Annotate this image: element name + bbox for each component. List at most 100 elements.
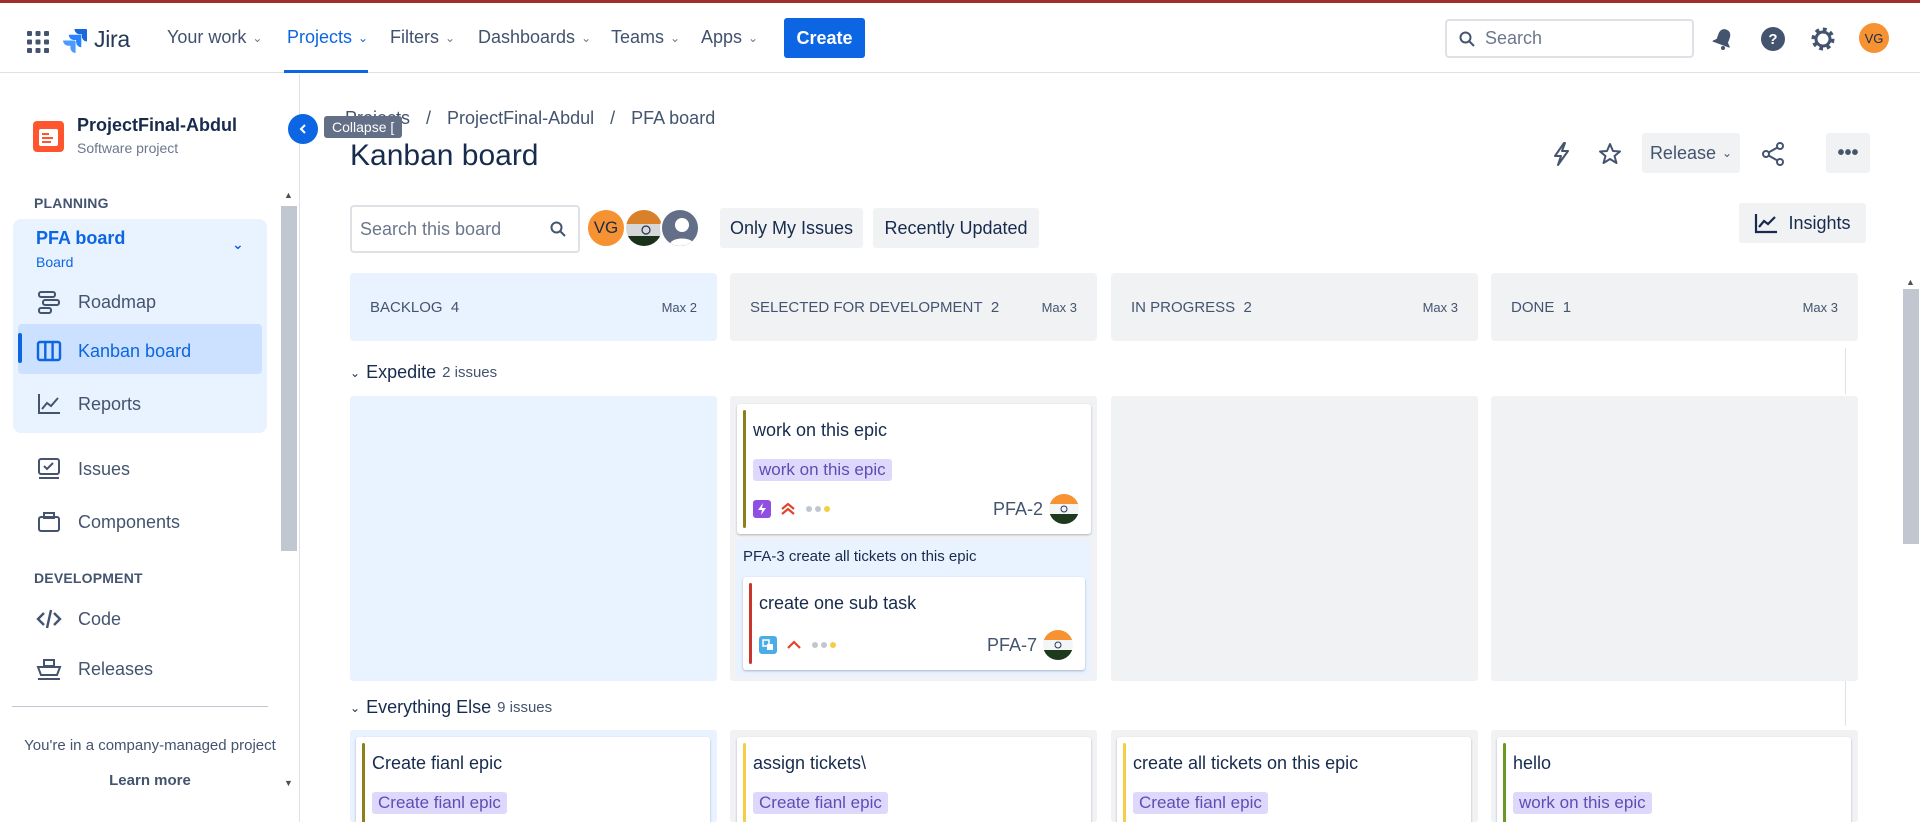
priority-highest-icon (781, 502, 795, 515)
issue-card-done-1[interactable]: hello work on this epic (1497, 737, 1851, 822)
issue-card-pfa-7[interactable]: create one sub task PFA-7 (743, 577, 1085, 670)
epic-lightning-icon (753, 500, 771, 518)
column-header-in-progress[interactable]: IN PROGRESS 2 Max 3 (1111, 273, 1478, 341)
sidebar-item-roadmap[interactable]: Roadmap (36, 289, 156, 315)
nav-label: Dashboards (478, 27, 576, 47)
parent-issue-label[interactable]: PFA-3 create all tickets on this epic (743, 548, 976, 565)
sidebar-item-code[interactable]: Code (36, 606, 121, 632)
project-type: Software project (77, 140, 179, 156)
notifications-icon[interactable] (1710, 26, 1736, 52)
share-icon[interactable] (1760, 141, 1786, 167)
assignee-avatar[interactable] (1049, 494, 1079, 524)
assignee-avatar[interactable] (1043, 630, 1073, 660)
release-button[interactable]: Release ⌄ (1642, 133, 1740, 173)
column-header-done[interactable]: DONE 1 Max 3 (1491, 273, 1858, 341)
chevron-down-icon: ⌄ (581, 30, 592, 45)
swimlane-everything-else-toggle[interactable]: ⌄ Everything Else 9 issues (350, 697, 552, 718)
release-label: Release (1649, 142, 1716, 163)
board-selector[interactable]: PFA board (36, 228, 125, 249)
sidebar-item-reports[interactable]: Reports (36, 391, 141, 417)
sidebar-scrollbar[interactable]: ▲ ▼ (281, 186, 297, 788)
chevron-down-icon: ⌄ (350, 365, 361, 380)
avatar-filter-vg[interactable]: VG (586, 208, 626, 248)
epic-lozenge[interactable]: Create fianl epic (753, 792, 888, 814)
cell-expedite-done[interactable] (1491, 396, 1858, 681)
board-scrollbar-thumb[interactable] (1903, 289, 1919, 544)
company-managed-note: You're in a company-managed project (24, 737, 276, 754)
top-navigation: Jira Your work ⌄ Projects ⌄ Filters ⌄ Dashb… (0, 3, 1920, 73)
swimlane-count: 9 issues (497, 699, 553, 716)
project-name[interactable]: ProjectFinal-Abdul (77, 115, 237, 136)
breadcrumb-board[interactable]: PFA board (631, 108, 715, 129)
avatar-filter-default-user[interactable] (660, 208, 700, 248)
more-actions-button[interactable]: ••• (1826, 133, 1870, 173)
page-title: Kanban board (350, 139, 539, 172)
sidebar-item-releases[interactable]: Releases (36, 656, 153, 682)
global-search-input[interactable]: Search (1445, 19, 1694, 58)
column-header-selected[interactable]: SELECTED FOR DEVELOPMENT 2 Max 3 (730, 273, 1097, 341)
chevron-down-icon: ⌄ (748, 30, 759, 45)
epic-lozenge[interactable]: work on this epic (1513, 792, 1652, 814)
chevron-down-icon[interactable]: ⌄ (232, 236, 244, 253)
issue-card-selected-1[interactable]: assign tickets\ Create fianl epic (737, 737, 1091, 822)
cell-expedite-in-progress[interactable] (1111, 396, 1478, 681)
issue-card-pfa-2[interactable]: work on this epic work on this epic PFA-… (737, 404, 1091, 534)
create-button[interactable]: Create (784, 18, 865, 58)
board-edge-line (1845, 680, 1846, 726)
avatar-filter-flag[interactable] (624, 208, 664, 248)
india-flag-avatar-icon (1049, 494, 1079, 524)
swimlane-expedite-toggle[interactable]: ⌄ Expedite 2 issues (350, 362, 497, 383)
issue-key[interactable]: PFA-7 (987, 635, 1037, 656)
sidebar-item-label: Issues (78, 458, 131, 479)
epic-lozenge[interactable]: work on this epic (753, 459, 892, 481)
sidebar-scrollbar-thumb[interactable] (281, 206, 297, 551)
nav-projects[interactable]: Projects ⌄ (287, 27, 368, 48)
jira-logo[interactable]: Jira (62, 26, 130, 53)
search-placeholder: Search (1485, 28, 1543, 48)
sidebar-active-indicator (18, 333, 22, 363)
app-switcher-icon[interactable] (26, 30, 50, 54)
sidebar-item-issues[interactable]: Issues (36, 456, 130, 482)
nav-your-work[interactable]: Your work ⌄ (167, 27, 262, 48)
issue-key[interactable]: PFA-2 (993, 499, 1043, 520)
automation-lightning-icon[interactable] (1548, 141, 1574, 167)
project-sidebar: ProjectFinal-Abdul Software project PLAN… (0, 74, 300, 822)
nav-apps[interactable]: Apps ⌄ (701, 27, 758, 48)
chevron-left-icon (299, 124, 306, 134)
nav-dashboards[interactable]: Dashboards ⌄ (478, 27, 591, 48)
user-avatar[interactable]: VG (1859, 23, 1889, 53)
board-search-placeholder: Search this board (360, 218, 502, 239)
issue-card-backlog-1[interactable]: Create fianl epic Create fianl epic (356, 737, 710, 822)
column-header-backlog[interactable]: BACKLOG 4 Max 2 (350, 273, 717, 341)
star-icon[interactable] (1597, 141, 1623, 167)
epic-lozenge[interactable]: Create fianl epic (1133, 792, 1268, 814)
issue-card-in-progress-1[interactable]: create all tickets on this epic Create f… (1117, 737, 1471, 822)
nav-teams[interactable]: Teams ⌄ (611, 27, 680, 48)
sidebar-item-kanban-board[interactable]: Kanban board (36, 338, 191, 364)
help-icon[interactable]: ? (1760, 26, 1786, 52)
sidebar-item-label: Reports (78, 393, 142, 414)
insights-button[interactable]: Insights (1739, 203, 1866, 243)
cell-expedite-backlog[interactable] (350, 396, 717, 681)
scroll-up-arrow-icon[interactable]: ▲ (284, 190, 293, 200)
only-my-issues-button[interactable]: Only My Issues (720, 208, 863, 248)
nav-filters[interactable]: Filters ⌄ (390, 27, 455, 48)
project-avatar-icon[interactable] (33, 121, 64, 152)
learn-more-link[interactable]: Learn more (0, 772, 300, 789)
settings-gear-icon[interactable] (1810, 26, 1836, 52)
recently-updated-button[interactable]: Recently Updated (873, 208, 1039, 248)
india-flag-avatar-icon (1043, 630, 1073, 660)
scroll-up-arrow-icon[interactable]: ▲ (1906, 277, 1915, 287)
chevron-down-icon: ⌄ (445, 30, 456, 45)
breadcrumb-project[interactable]: ProjectFinal-Abdul (447, 108, 594, 129)
epic-lozenge[interactable]: Create fianl epic (372, 792, 507, 814)
board-search-input[interactable]: Search this board (350, 205, 580, 253)
card-meta (759, 636, 837, 654)
board-scrollbar[interactable]: ▲ (1900, 273, 1920, 822)
roadmap-icon (38, 291, 60, 314)
collapse-sidebar-button[interactable] (288, 114, 318, 144)
board-columns-icon (36, 340, 62, 362)
sidebar-item-components[interactable]: Components (36, 509, 180, 535)
card-summary: hello (1513, 753, 1552, 773)
jira-brand-text: Jira (94, 26, 130, 52)
